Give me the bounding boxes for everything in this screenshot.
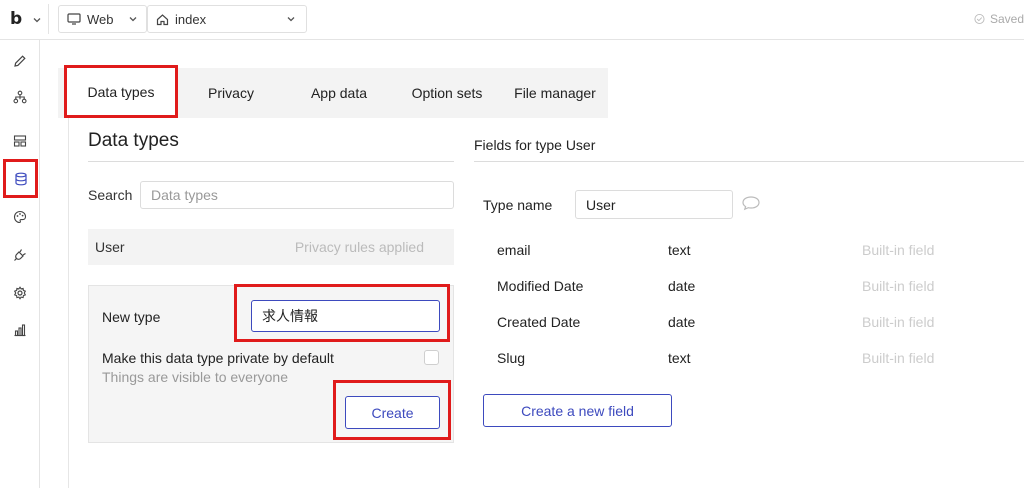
- field-name: Slug: [497, 350, 526, 366]
- chevron-down-icon: [287, 17, 295, 22]
- field-row[interactable]: Slug text Built-in field: [483, 350, 1024, 386]
- type-name-input[interactable]: [575, 190, 733, 219]
- field-type: date: [668, 278, 696, 294]
- sitemap-icon: [13, 90, 27, 104]
- field-name: Modified Date: [497, 278, 584, 294]
- new-type-label: New type: [102, 309, 161, 325]
- field-row[interactable]: Created Date date Built-in field: [483, 314, 1024, 350]
- sidebar-item-style[interactable]: [5, 202, 35, 232]
- page-dropdown[interactable]: index: [147, 5, 307, 33]
- left-sidebar: [0, 40, 40, 488]
- content-divider: [68, 118, 69, 488]
- sidebar-item-settings[interactable]: [5, 278, 35, 308]
- field-note: Built-in field: [862, 278, 935, 294]
- layout-icon: [13, 135, 27, 147]
- private-default-checkbox[interactable]: [424, 350, 439, 365]
- saved-label: Saved: [989, 12, 1024, 26]
- divider: [88, 161, 454, 162]
- field-type: date: [668, 314, 696, 330]
- sidebar-item-plugins[interactable]: [5, 240, 35, 270]
- tab-label: Option sets: [411, 85, 483, 101]
- tab-label: File manager: [514, 85, 596, 101]
- monitor-icon: [67, 13, 81, 25]
- private-default-sub: Things are visible to everyone: [102, 369, 288, 385]
- divider: [474, 161, 1024, 162]
- chevron-down-icon: [129, 17, 137, 22]
- field-type: text: [668, 350, 691, 366]
- tab-label: Data types: [87, 83, 155, 100]
- sidebar-item-styles[interactable]: [5, 126, 35, 156]
- tab-label: Privacy: [208, 85, 254, 101]
- tab-app-data[interactable]: App data: [296, 68, 382, 118]
- check-circle-icon: [974, 13, 985, 25]
- pencil-icon: [14, 55, 26, 67]
- tab-data-types[interactable]: Data types: [64, 65, 178, 118]
- tab-file-manager[interactable]: File manager: [506, 68, 604, 118]
- sidebar-item-workflow[interactable]: [5, 82, 35, 112]
- top-bar: b Web index Saved: [0, 0, 1024, 40]
- tab-privacy[interactable]: Privacy: [190, 68, 272, 118]
- palette-icon: [13, 210, 27, 224]
- field-name: email: [497, 242, 531, 258]
- field-type: text: [668, 242, 691, 258]
- platform-label: Web: [87, 11, 114, 27]
- saved-status: Saved: [974, 12, 1024, 26]
- data-type-row-user[interactable]: User Privacy rules applied: [88, 229, 454, 265]
- type-name-label: Type name: [483, 197, 553, 213]
- field-row[interactable]: Modified Date date Built-in field: [483, 278, 1024, 314]
- chevron-down-icon[interactable]: [32, 12, 42, 28]
- new-type-input[interactable]: [251, 300, 440, 332]
- app-logo[interactable]: b: [10, 9, 22, 29]
- data-types-title: Data types: [88, 130, 179, 151]
- sidebar-item-design[interactable]: [5, 46, 35, 76]
- field-row[interactable]: email text Built-in field: [483, 242, 1024, 278]
- private-default-label: Make this data type private by default: [102, 350, 334, 366]
- gear-icon: [13, 286, 27, 300]
- page-label: index: [175, 11, 207, 27]
- field-name: Created Date: [497, 314, 581, 330]
- home-icon: [156, 13, 169, 25]
- tab-option-sets[interactable]: Option sets: [402, 68, 492, 118]
- platform-dropdown[interactable]: Web: [58, 5, 147, 33]
- bar-chart-icon: [14, 324, 26, 337]
- data-type-name: User: [95, 239, 125, 255]
- field-note: Built-in field: [862, 350, 935, 366]
- divider: [48, 4, 49, 34]
- privacy-status[interactable]: Privacy rules applied: [295, 239, 424, 255]
- field-note: Built-in field: [862, 242, 935, 258]
- database-icon: [14, 172, 27, 185]
- field-note: Built-in field: [862, 314, 935, 330]
- comment-icon[interactable]: [741, 195, 761, 214]
- fields-title: Fields for type User: [474, 137, 596, 153]
- plug-icon: [14, 249, 26, 261]
- search-label: Search: [88, 187, 133, 203]
- sidebar-item-data[interactable]: [3, 159, 38, 198]
- create-new-field-button[interactable]: Create a new field: [483, 394, 672, 427]
- create-button[interactable]: Create: [345, 396, 440, 429]
- tab-label: App data: [310, 85, 368, 101]
- sidebar-item-logs[interactable]: [5, 315, 35, 345]
- search-input[interactable]: [140, 181, 454, 209]
